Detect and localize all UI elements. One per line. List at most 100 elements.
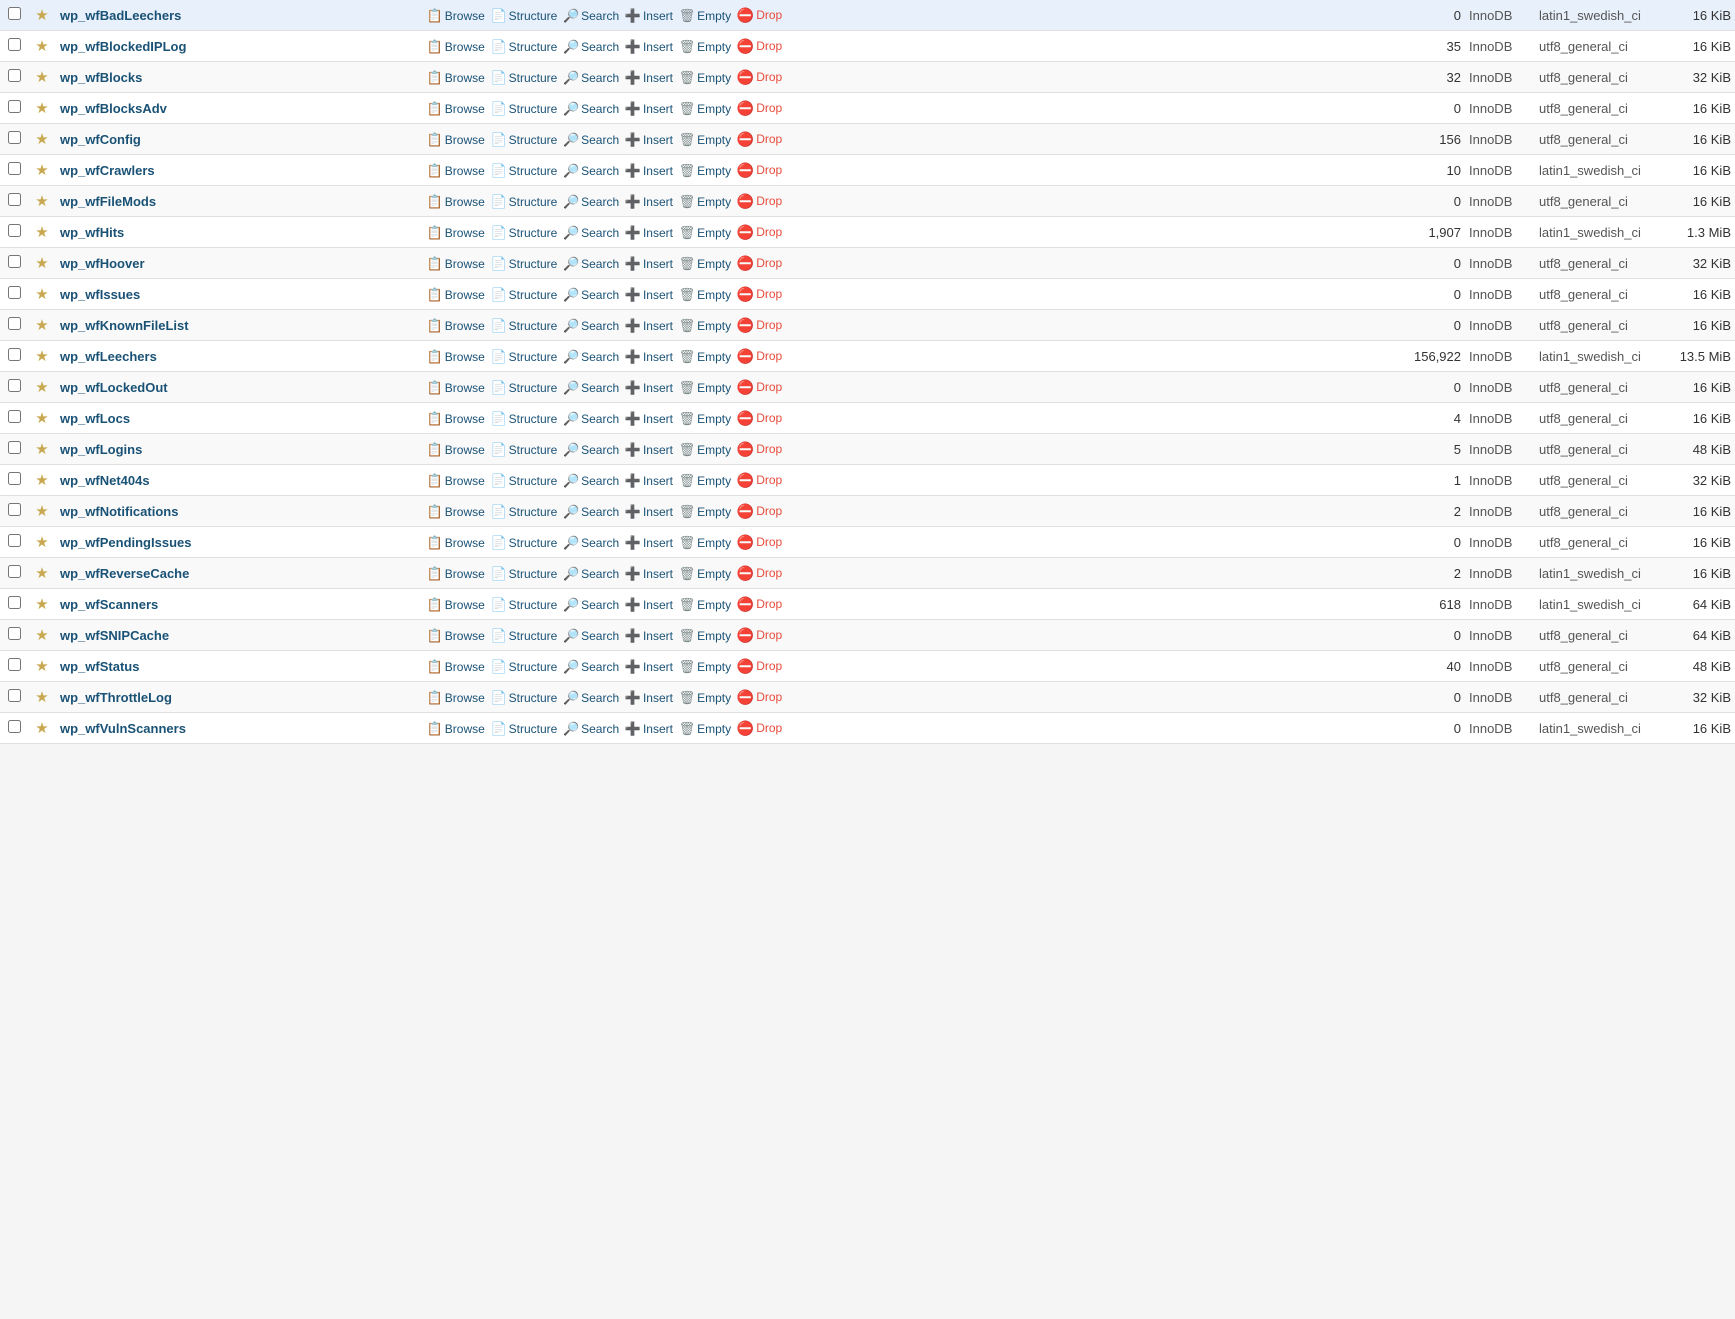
browse-button[interactable]: 📋 Browse (427, 380, 485, 396)
star-icon[interactable]: ★ (35, 565, 48, 582)
empty-button[interactable]: 🗑 Empty (679, 659, 732, 675)
row-checkbox[interactable] (8, 596, 21, 609)
structure-button[interactable]: 📄 Structure (490, 597, 557, 613)
insert-button[interactable]: ➕ Insert (625, 659, 673, 675)
table-name[interactable]: wp_wfLockedOut (56, 372, 423, 403)
search-button[interactable]: 🔎 Search (563, 597, 619, 613)
search-button[interactable]: 🔎 Search (563, 659, 619, 675)
row-checkbox[interactable] (8, 503, 21, 516)
star-icon[interactable]: ★ (35, 131, 48, 148)
drop-button[interactable]: ⛔ Drop (737, 658, 782, 675)
table-name[interactable]: wp_wfConfig (56, 124, 423, 155)
empty-button[interactable]: 🗑 Empty (679, 8, 732, 24)
star-icon[interactable]: ★ (35, 100, 48, 117)
table-name[interactable]: wp_wfThrottleLog (56, 682, 423, 713)
empty-button[interactable]: 🗑 Empty (679, 132, 732, 148)
insert-button[interactable]: ➕ Insert (625, 411, 673, 427)
table-name[interactable]: wp_wfLeechers (56, 341, 423, 372)
table-name[interactable]: wp_wfIssues (56, 279, 423, 310)
insert-button[interactable]: ➕ Insert (625, 163, 673, 179)
search-button[interactable]: 🔎 Search (563, 535, 619, 551)
table-name[interactable]: wp_wfBlocksAdv (56, 93, 423, 124)
drop-button[interactable]: ⛔ Drop (737, 348, 782, 365)
search-button[interactable]: 🔎 Search (563, 163, 619, 179)
star-icon[interactable]: ★ (35, 69, 48, 86)
search-button[interactable]: 🔎 Search (563, 287, 619, 303)
search-button[interactable]: 🔎 Search (563, 70, 619, 86)
browse-button[interactable]: 📋 Browse (427, 70, 485, 86)
table-name[interactable]: wp_wfScanners (56, 589, 423, 620)
browse-button[interactable]: 📋 Browse (427, 535, 485, 551)
empty-button[interactable]: 🗑 Empty (679, 566, 732, 582)
row-checkbox[interactable] (8, 720, 21, 733)
drop-button[interactable]: ⛔ Drop (737, 565, 782, 582)
insert-button[interactable]: ➕ Insert (625, 194, 673, 210)
browse-button[interactable]: 📋 Browse (427, 473, 485, 489)
insert-button[interactable]: ➕ Insert (625, 380, 673, 396)
table-name[interactable]: wp_wfLocs (56, 403, 423, 434)
browse-button[interactable]: 📋 Browse (427, 39, 485, 55)
insert-button[interactable]: ➕ Insert (625, 318, 673, 334)
drop-button[interactable]: ⛔ Drop (737, 534, 782, 551)
star-icon[interactable]: ★ (35, 255, 48, 272)
insert-button[interactable]: ➕ Insert (625, 70, 673, 86)
drop-button[interactable]: ⛔ Drop (737, 38, 782, 55)
search-button[interactable]: 🔎 Search (563, 194, 619, 210)
structure-button[interactable]: 📄 Structure (490, 349, 557, 365)
drop-button[interactable]: ⛔ Drop (737, 689, 782, 706)
insert-button[interactable]: ➕ Insert (625, 690, 673, 706)
search-button[interactable]: 🔎 Search (563, 132, 619, 148)
structure-button[interactable]: 📄 Structure (490, 101, 557, 117)
star-icon[interactable]: ★ (35, 596, 48, 613)
drop-button[interactable]: ⛔ Drop (737, 503, 782, 520)
drop-button[interactable]: ⛔ Drop (737, 317, 782, 334)
row-checkbox[interactable] (8, 441, 21, 454)
drop-button[interactable]: ⛔ Drop (737, 7, 782, 24)
row-checkbox[interactable] (8, 100, 21, 113)
drop-button[interactable]: ⛔ Drop (737, 441, 782, 458)
structure-button[interactable]: 📄 Structure (490, 566, 557, 582)
table-name[interactable]: wp_wfBlockedIPLog (56, 31, 423, 62)
table-name[interactable]: wp_wfCrawlers (56, 155, 423, 186)
star-icon[interactable]: ★ (35, 472, 48, 489)
table-name[interactable]: wp_wfStatus (56, 651, 423, 682)
table-name[interactable]: wp_wfLogins (56, 434, 423, 465)
row-checkbox[interactable] (8, 162, 21, 175)
table-name[interactable]: wp_wfFileMods (56, 186, 423, 217)
search-button[interactable]: 🔎 Search (563, 225, 619, 241)
drop-button[interactable]: ⛔ Drop (737, 255, 782, 272)
star-icon[interactable]: ★ (35, 286, 48, 303)
empty-button[interactable]: 🗑 Empty (679, 349, 732, 365)
row-checkbox[interactable] (8, 255, 21, 268)
drop-button[interactable]: ⛔ Drop (737, 286, 782, 303)
star-icon[interactable]: ★ (35, 689, 48, 706)
table-name[interactable]: wp_wfBlocks (56, 62, 423, 93)
star-icon[interactable]: ★ (35, 720, 48, 737)
row-checkbox[interactable] (8, 689, 21, 702)
insert-button[interactable]: ➕ Insert (625, 225, 673, 241)
insert-button[interactable]: ➕ Insert (625, 597, 673, 613)
empty-button[interactable]: 🗑 Empty (679, 597, 732, 613)
empty-button[interactable]: 🗑 Empty (679, 442, 732, 458)
row-checkbox[interactable] (8, 286, 21, 299)
empty-button[interactable]: 🗑 Empty (679, 721, 732, 737)
insert-button[interactable]: ➕ Insert (625, 101, 673, 117)
row-checkbox[interactable] (8, 410, 21, 423)
empty-button[interactable]: 🗑 Empty (679, 225, 732, 241)
search-button[interactable]: 🔎 Search (563, 411, 619, 427)
structure-button[interactable]: 📄 Structure (490, 163, 557, 179)
browse-button[interactable]: 📋 Browse (427, 194, 485, 210)
table-name[interactable]: wp_wfBadLeechers (56, 0, 423, 31)
structure-button[interactable]: 📄 Structure (490, 473, 557, 489)
structure-button[interactable]: 📄 Structure (490, 194, 557, 210)
browse-button[interactable]: 📋 Browse (427, 659, 485, 675)
empty-button[interactable]: 🗑 Empty (679, 690, 732, 706)
star-icon[interactable]: ★ (35, 224, 48, 241)
browse-button[interactable]: 📋 Browse (427, 101, 485, 117)
browse-button[interactable]: 📋 Browse (427, 132, 485, 148)
browse-button[interactable]: 📋 Browse (427, 442, 485, 458)
search-button[interactable]: 🔎 Search (563, 8, 619, 24)
browse-button[interactable]: 📋 Browse (427, 163, 485, 179)
search-button[interactable]: 🔎 Search (563, 39, 619, 55)
drop-button[interactable]: ⛔ Drop (737, 627, 782, 644)
